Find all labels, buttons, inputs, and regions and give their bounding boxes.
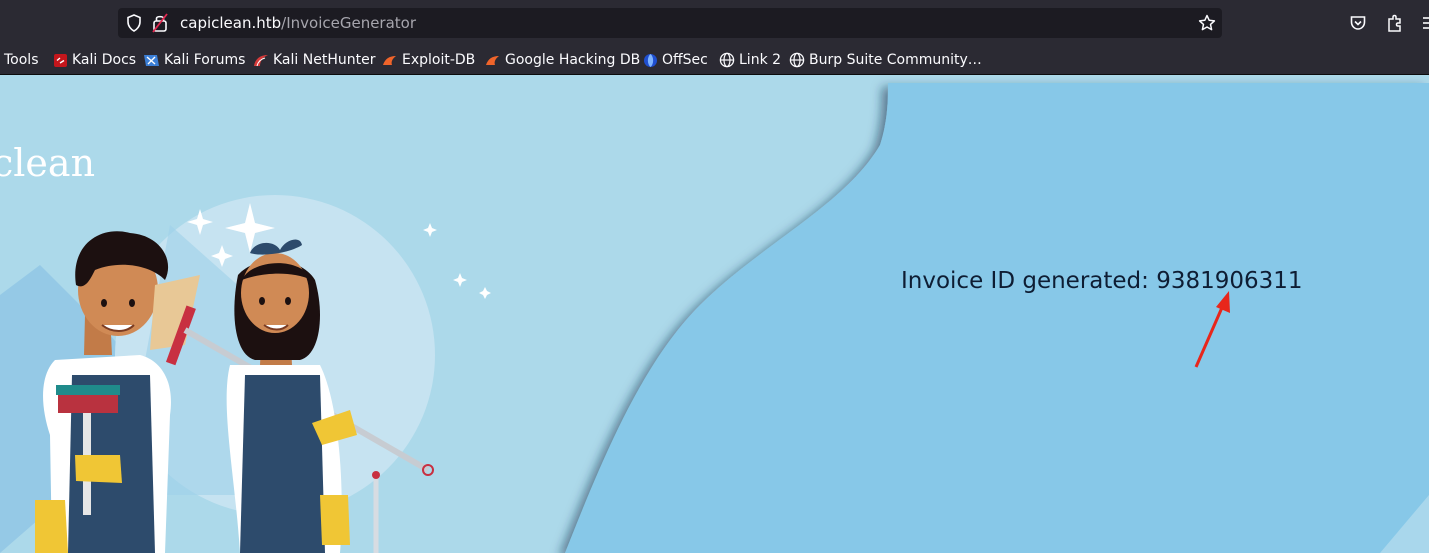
globe-icon xyxy=(719,52,735,68)
url-path: /InvoiceGenerator xyxy=(281,14,417,32)
background-art xyxy=(0,83,1429,553)
address-bar[interactable]: capiclean.htb/InvoiceGenerator xyxy=(118,8,1222,38)
url-text[interactable]: capiclean.htb/InvoiceGenerator xyxy=(180,14,416,32)
url-host: capiclean.htb xyxy=(180,14,282,32)
bookmark-label: Burp Suite Community… xyxy=(809,52,982,68)
bookmark-link-2[interactable]: Link 2 xyxy=(719,50,781,70)
invoice-message: Invoice ID generated: 9381906311 xyxy=(901,268,1303,294)
bookmark-exploit-db[interactable]: Exploit-DB xyxy=(382,50,475,70)
kali-nethunter-icon xyxy=(254,54,268,66)
bookmark-label: Tools xyxy=(4,52,39,68)
bookmark-kali-nethunter[interactable]: Kali NetHunter xyxy=(253,50,375,70)
bookmark-label: Exploit-DB xyxy=(402,52,476,68)
bookmark-kali-docs[interactable]: Kali Docs xyxy=(53,50,136,70)
bookmark-label: OffSec xyxy=(662,52,708,68)
bookmark-offsec[interactable]: OffSec xyxy=(643,50,708,70)
browser-toolbar: capiclean.htb/InvoiceGenerator xyxy=(0,0,1429,46)
kali-forums-icon xyxy=(144,54,159,66)
invoice-message-prefix: Invoice ID generated: xyxy=(901,268,1157,294)
extensions-icon[interactable] xyxy=(1386,13,1404,33)
site-logo-text: clean xyxy=(0,141,96,185)
bookmark-label: Kali NetHunter xyxy=(273,52,376,68)
page-content: clean Invoice ID generated: 9381906311 xyxy=(0,75,1429,553)
bookmark-label: Kali Docs xyxy=(72,52,137,68)
bookmark-burp-suite[interactable]: Burp Suite Community… xyxy=(789,50,982,70)
bookmark-google-hacking-db[interactable]: Google Hacking DB xyxy=(485,50,640,70)
kali-docs-icon xyxy=(54,53,67,67)
pocket-icon[interactable] xyxy=(1349,14,1367,32)
lock-icon[interactable] xyxy=(152,13,168,33)
globe-icon xyxy=(789,52,805,68)
star-icon[interactable] xyxy=(1198,14,1216,32)
shield-icon[interactable] xyxy=(126,14,142,32)
menu-icon[interactable] xyxy=(1421,15,1429,31)
bookmark-label: Link 2 xyxy=(739,52,782,68)
bookmark-tools[interactable]: Tools xyxy=(4,50,39,70)
bookmark-label: Google Hacking DB xyxy=(505,52,641,68)
google-hacking-db-icon xyxy=(486,55,499,65)
bookmark-kali-forums[interactable]: Kali Forums xyxy=(143,50,245,70)
bookmarks-toolbar: Tools Kali Docs Kali Forums Kali NetHunt… xyxy=(0,46,1429,75)
bookmark-label: Kali Forums xyxy=(164,52,246,68)
offsec-icon xyxy=(644,53,657,67)
exploit-db-icon xyxy=(383,55,396,65)
invoice-id: 9381906311 xyxy=(1156,268,1303,294)
